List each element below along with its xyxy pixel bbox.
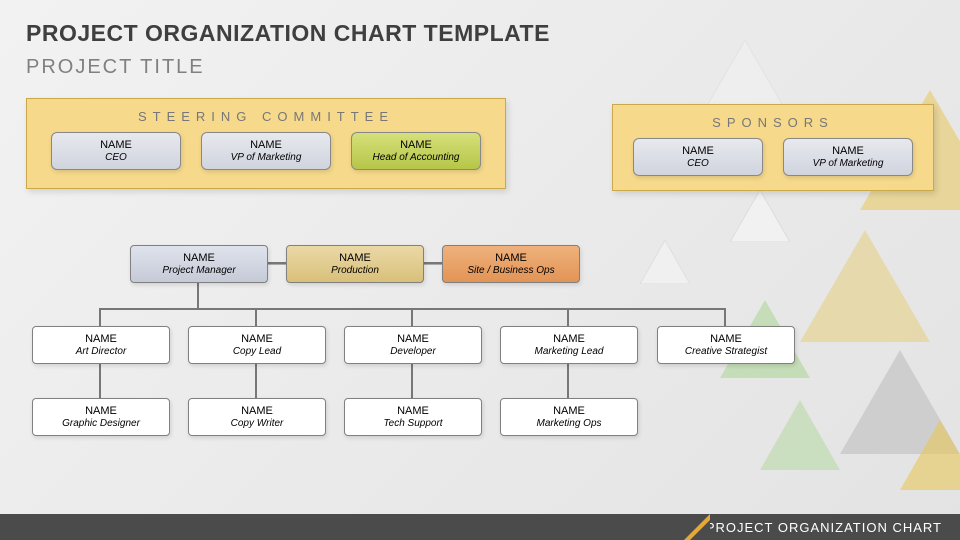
org-role: Tech Support [383,418,442,429]
steering-panel: STEERING COMMITTEE NAMECEONAMEVP of Mark… [26,98,506,189]
org-role: Copy Lead [233,346,281,357]
bot-box-2: NAMETech Support [344,398,482,436]
card-role: CEO [687,158,709,169]
leader-box-0: NAMEProject Manager [130,245,268,283]
sponsors-card-1: NAMEVP of Marketing [783,138,913,176]
org-role: Copy Writer [231,418,284,429]
org-role: Developer [390,346,436,357]
org-name: NAME [495,252,527,264]
card-name: NAME [400,139,432,151]
card-name: NAME [832,145,864,157]
org-name: NAME [397,405,429,417]
mid-box-4: NAMECreative Strategist [657,326,795,364]
org-role: Marketing Ops [536,418,601,429]
org-name: NAME [397,333,429,345]
card-role: CEO [105,152,127,163]
footer-text: PROJECT ORGANIZATION CHART [706,520,942,535]
mid-box-0: NAMEArt Director [32,326,170,364]
org-role: Project Manager [162,265,235,276]
org-role: Site / Business Ops [467,265,554,276]
leader-box-1: NAMEProduction [286,245,424,283]
bot-box-0: NAMEGraphic Designer [32,398,170,436]
card-name: NAME [682,145,714,157]
org-name: NAME [553,333,585,345]
org-name: NAME [710,333,742,345]
org-name: NAME [339,252,371,264]
leader-box-2: NAMESite / Business Ops [442,245,580,283]
steering-title: STEERING COMMITTEE [27,109,505,124]
card-role: Head of Accounting [373,152,460,163]
org-role: Art Director [76,346,127,357]
mid-box-2: NAMEDeveloper [344,326,482,364]
page-subtitle: PROJECT TITLE [26,56,205,79]
org-name: NAME [241,333,273,345]
card-name: NAME [250,139,282,151]
card-role: VP of Marketing [231,152,302,163]
org-name: NAME [241,405,273,417]
bot-box-3: NAMEMarketing Ops [500,398,638,436]
card-role: VP of Marketing [813,158,884,169]
sponsors-panel: SPONSORS NAMECEONAMEVP of Marketing [612,104,934,191]
org-name: NAME [183,252,215,264]
card-name: NAME [100,139,132,151]
org-name: NAME [85,333,117,345]
mid-box-3: NAMEMarketing Lead [500,326,638,364]
steering-card-2: NAMEHead of Accounting [351,132,481,170]
org-role: Graphic Designer [62,418,140,429]
mid-box-1: NAMECopy Lead [188,326,326,364]
page-title: PROJECT ORGANIZATION CHART TEMPLATE [26,20,550,47]
sponsors-card-0: NAMECEO [633,138,763,176]
org-role: Production [331,265,379,276]
steering-card-0: NAMECEO [51,132,181,170]
footer-bar: PROJECT ORGANIZATION CHART [0,514,960,540]
bot-box-1: NAMECopy Writer [188,398,326,436]
org-role: Creative Strategist [685,346,767,357]
steering-card-1: NAMEVP of Marketing [201,132,331,170]
org-name: NAME [85,405,117,417]
org-name: NAME [553,405,585,417]
org-role: Marketing Lead [535,346,604,357]
sponsors-title: SPONSORS [613,115,933,130]
